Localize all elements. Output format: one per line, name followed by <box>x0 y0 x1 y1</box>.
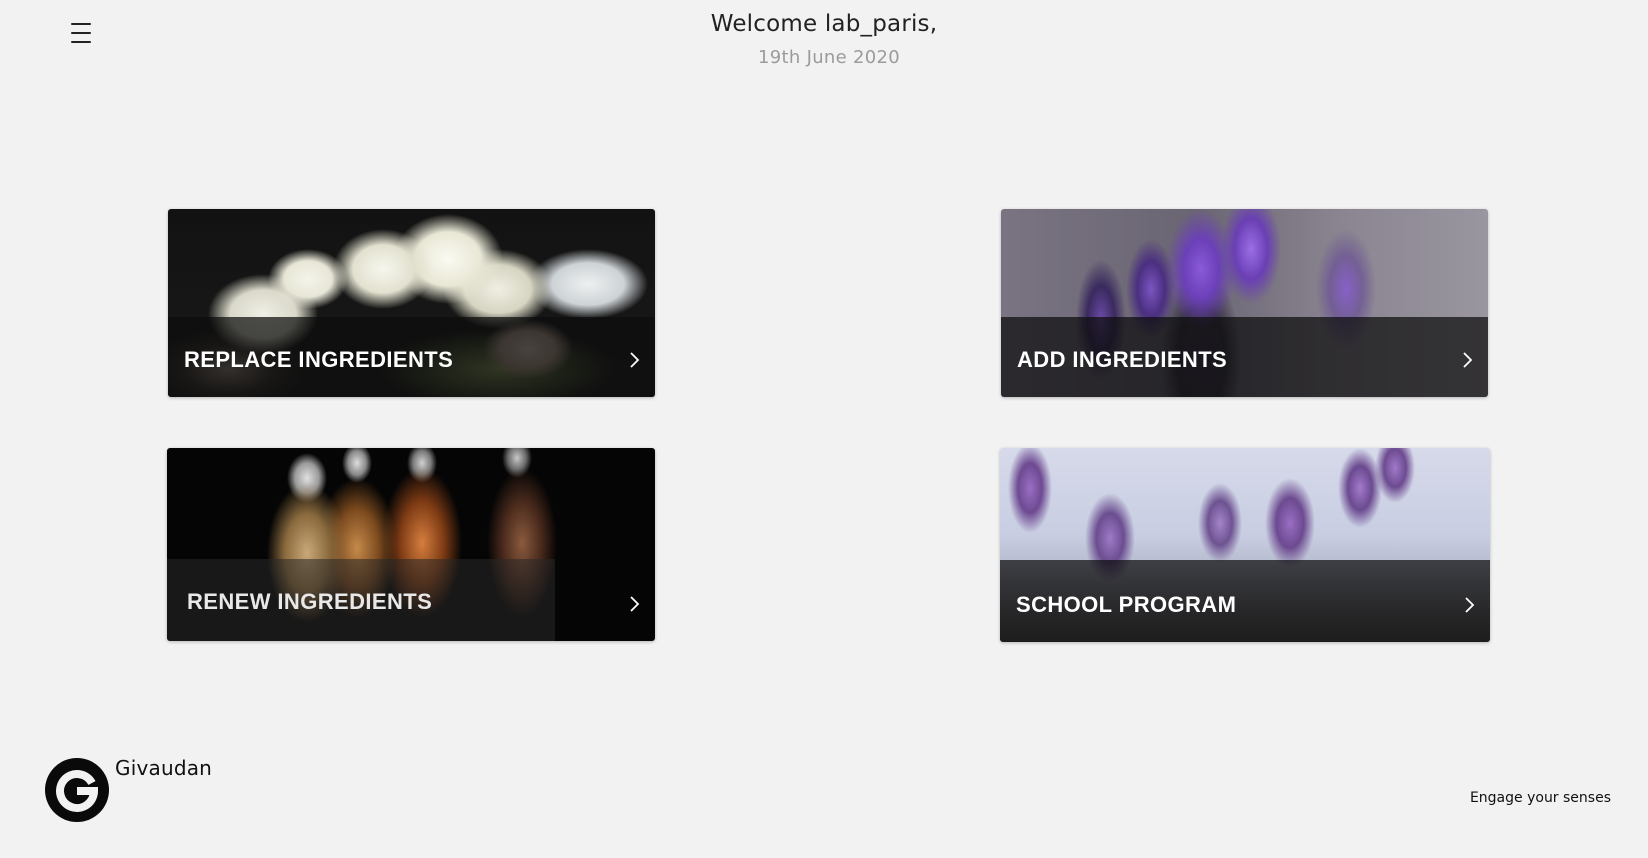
card-label: SCHOOL PROGRAM <box>1016 592 1237 617</box>
card-label: RENEW INGREDIENTS <box>187 589 433 614</box>
replace-ingredients-card[interactable]: REPLACE INGREDIENTS <box>168 209 655 397</box>
card-label: REPLACE INGREDIENTS <box>184 347 454 372</box>
tagline: Engage your senses <box>1469 790 1611 806</box>
chevron-right-icon <box>630 352 640 368</box>
renew-ingredients-card[interactable]: RENEW INGREDIENTS <box>167 448 655 641</box>
brand-name: Givaudan <box>115 756 213 780</box>
current-date: 19th June 2020 <box>758 47 901 68</box>
school-program-card[interactable]: SCHOOL PROGRAM <box>1000 448 1490 642</box>
givaudan-logo-icon <box>45 758 109 822</box>
menu-line <box>71 41 91 43</box>
chevron-right-icon <box>630 596 640 612</box>
chevron-right-icon <box>1465 597 1475 613</box>
card-label: ADD INGREDIENTS <box>1017 347 1228 372</box>
chevron-right-icon <box>1463 352 1473 368</box>
welcome-heading: Welcome lab_paris, <box>710 11 938 37</box>
add-ingredients-card[interactable]: ADD INGREDIENTS <box>1001 209 1488 397</box>
